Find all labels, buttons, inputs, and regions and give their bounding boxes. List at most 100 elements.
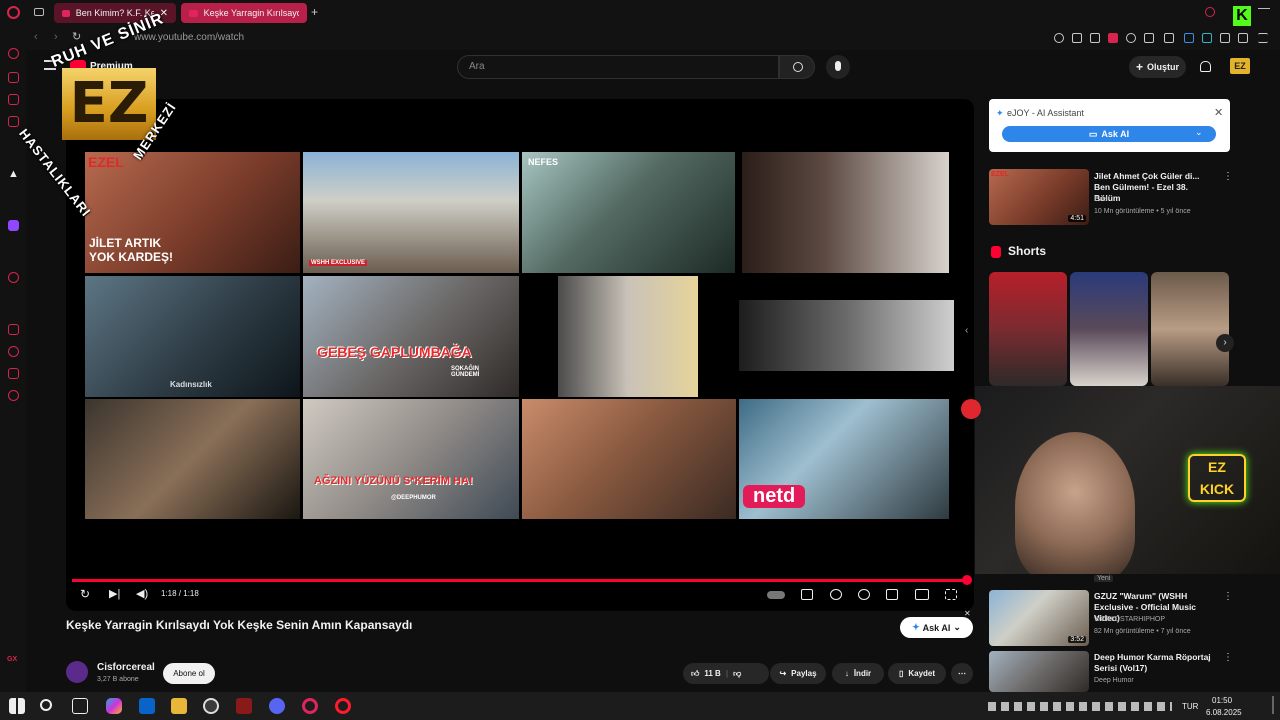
url-field[interactable]: www.youtube.com/watch — [134, 32, 244, 43]
clock-date[interactable]: 6.08.2025 — [1206, 708, 1242, 717]
sidebar-pin-icon[interactable] — [8, 324, 19, 335]
copilot-icon[interactable] — [106, 698, 122, 714]
show-desktop-button[interactable] — [1272, 696, 1274, 714]
search-input[interactable] — [469, 61, 759, 72]
heart-icon[interactable] — [1126, 33, 1136, 43]
sidebar-clock-icon[interactable] — [8, 346, 19, 357]
short-item-1[interactable] — [989, 272, 1067, 386]
ejoy-chevron-icon[interactable]: ⌄ — [1195, 127, 1203, 138]
search-tabs-icon[interactable] — [1205, 7, 1215, 17]
sidebar-twitch-icon[interactable] — [8, 220, 19, 231]
notifications-bell-icon[interactable] — [1200, 61, 1211, 72]
rec-more-icon[interactable]: ⋮ — [1223, 652, 1233, 663]
play-icon[interactable] — [1144, 33, 1154, 43]
rec-channel-2[interactable]: WORLDSTARHIPHOP — [1094, 616, 1165, 623]
volume-icon[interactable]: ◀) — [136, 587, 148, 600]
sidebar-wallet-icon[interactable] — [8, 94, 19, 105]
channel-name[interactable]: Cisforcereal — [97, 662, 155, 673]
miniplayer-icon[interactable] — [886, 589, 898, 600]
ambient-icon[interactable] — [830, 589, 842, 600]
rec-title-1[interactable]: Jilet Ahmet Çok Güler di... Ben Gülmem! … — [1094, 171, 1216, 204]
subtitles-icon[interactable] — [801, 589, 813, 600]
discord-icon[interactable] — [269, 698, 285, 714]
replay-icon[interactable]: ↻ — [80, 587, 90, 601]
rec-title-3[interactable]: Deep Humor Karma Röportaj Serisi (Vol17) — [1094, 652, 1216, 674]
fullscreen-icon[interactable] — [945, 589, 957, 600]
ask-ai-button[interactable]: ✦ Ask AI ⌄ — [900, 617, 973, 638]
opera-logo-icon[interactable] — [7, 6, 20, 19]
forward-icon[interactable]: › — [54, 31, 58, 43]
thumbs-down-icon[interactable]: 👎︎ — [733, 669, 741, 679]
theater-mode-icon[interactable] — [915, 589, 929, 600]
rec-thumbnail-3[interactable] — [989, 651, 1089, 692]
tab-keske[interactable]: Keşke Yarragin Kırılsaydı — [181, 3, 307, 23]
voicemeeter-icon[interactable] — [236, 698, 252, 714]
progress-bar[interactable] — [72, 579, 968, 582]
reload-icon[interactable]: ↻ — [72, 30, 81, 43]
account-avatar[interactable]: EZ — [1230, 58, 1250, 74]
window-controls[interactable] — [1258, 8, 1270, 18]
ejoy-close-icon[interactable]: ✕ — [1214, 106, 1223, 119]
clock-time[interactable]: 01:50 — [1212, 696, 1232, 705]
next-icon[interactable]: ▶| — [109, 587, 120, 600]
shorts-next-button[interactable]: › — [1216, 334, 1234, 352]
subscribe-button[interactable]: Abone ol — [163, 663, 215, 684]
input-language[interactable]: TUR — [1182, 702, 1198, 711]
puzzle-icon[interactable] — [1220, 33, 1230, 43]
task-view-icon[interactable] — [72, 698, 88, 714]
rec-thumbnail-1[interactable]: EZEL 4:51 — [989, 169, 1089, 225]
rec-channel-1[interactable]: Ezel — [1094, 196, 1108, 203]
voice-search-button[interactable] — [826, 55, 850, 79]
pin-icon[interactable] — [1072, 33, 1082, 43]
like-button[interactable]: 👍︎ 11 B | 👎︎ — [683, 663, 769, 684]
progress-scrubber[interactable] — [962, 575, 972, 585]
rec-channel-3[interactable]: Deep Humor — [1094, 677, 1134, 684]
sidebar-shop-icon[interactable] — [8, 72, 19, 83]
sidebar-settings-icon[interactable] — [8, 390, 19, 401]
wave-icon[interactable] — [1184, 33, 1194, 43]
windows-start-icon[interactable] — [9, 698, 25, 714]
home-icon[interactable] — [1238, 33, 1248, 43]
short-item-2[interactable] — [1070, 272, 1148, 386]
menu-icon[interactable] — [1258, 33, 1268, 43]
search-button[interactable] — [779, 55, 815, 79]
tab-overview-icon[interactable] — [34, 8, 44, 16]
short-item-3[interactable] — [1151, 272, 1229, 386]
opera-icon[interactable] — [302, 698, 318, 714]
sidebar-player-icon[interactable] — [8, 272, 19, 283]
rec-more-icon[interactable]: ⋮ — [1223, 591, 1233, 602]
file-explorer-icon[interactable] — [171, 698, 187, 714]
opera-gx-taskbar-icon[interactable] — [203, 698, 219, 714]
sidebar-extensions-icon[interactable] — [8, 368, 19, 379]
snapshot-icon[interactable] — [1090, 33, 1100, 43]
sidebar-history-icon[interactable] — [8, 48, 19, 59]
download-button[interactable]: ↓ İndir — [832, 663, 884, 684]
extension-icon[interactable] — [1108, 33, 1118, 43]
more-actions-button[interactable]: ⋯ — [951, 663, 973, 684]
channel-avatar[interactable] — [66, 661, 88, 683]
new-tab-button[interactable]: + — [311, 5, 318, 19]
sidebar-gx-icon[interactable]: GX — [7, 656, 17, 663]
sidebar-mail-icon[interactable] — [8, 116, 19, 127]
back-icon[interactable]: ‹ — [34, 31, 38, 43]
share-button[interactable]: ↪ Paylaş — [770, 663, 826, 684]
download-icon[interactable] — [1164, 33, 1174, 43]
save-button[interactable]: ▯ Kaydet — [888, 663, 946, 684]
search-box[interactable] — [457, 55, 779, 79]
settings-gear-icon[interactable] — [858, 589, 870, 600]
autoplay-toggle[interactable] — [767, 591, 785, 599]
opera-red-icon[interactable] — [335, 698, 351, 714]
carousel-prev-icon[interactable]: ‹ — [965, 325, 968, 336]
translate-icon[interactable] — [1202, 33, 1212, 43]
tray-icons[interactable] — [988, 702, 1172, 711]
sidebar-aria-icon[interactable]: ▲ — [8, 168, 19, 180]
video-player[interactable]: EZEL JİLET ARTIK YOK KARDEŞ! WSHH EXCLUS… — [66, 99, 974, 611]
ejoy-ask-ai-button[interactable]: ▭ Ask AI — [1002, 126, 1216, 142]
rec-thumbnail-2[interactable]: 3:52 — [989, 590, 1089, 646]
outlook-icon[interactable] — [139, 698, 155, 714]
recording-indicator — [961, 399, 981, 419]
rec-more-icon[interactable]: ⋮ — [1223, 171, 1233, 182]
taskbar-search-icon[interactable] — [40, 699, 52, 711]
create-button[interactable]: + Oluştur — [1129, 56, 1186, 78]
zoom-icon[interactable] — [1054, 33, 1064, 43]
